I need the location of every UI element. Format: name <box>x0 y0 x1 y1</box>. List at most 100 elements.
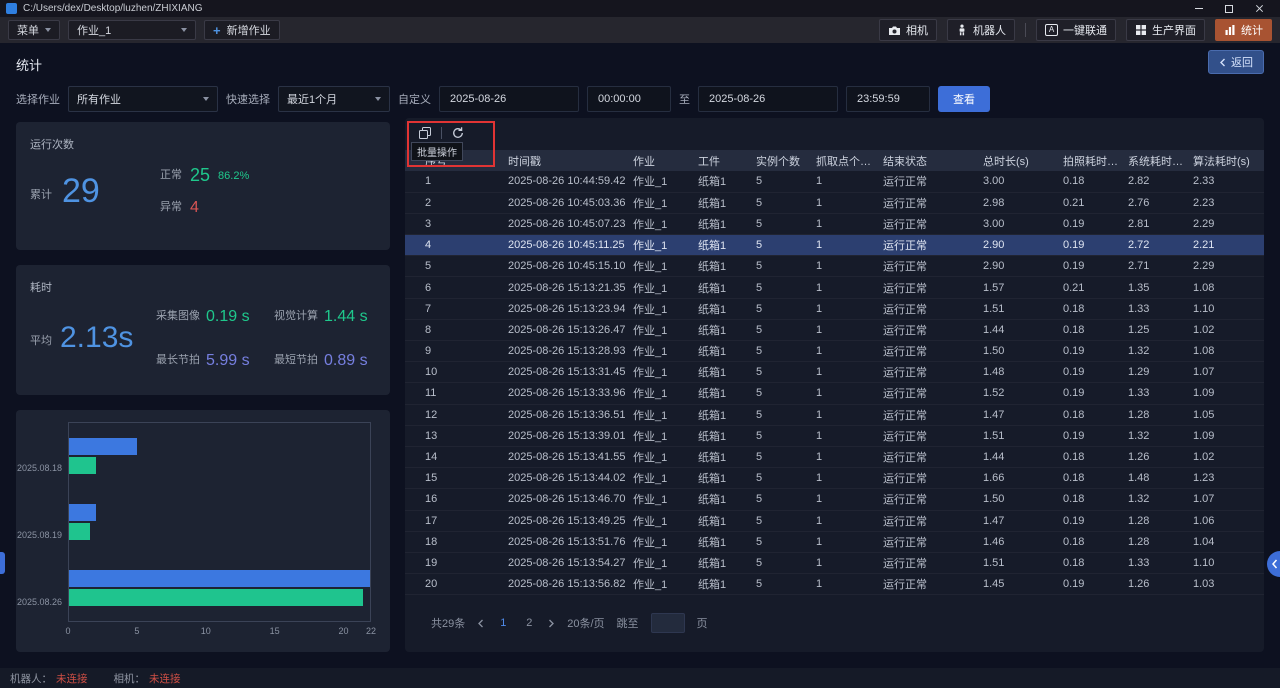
quick-range-select[interactable]: 最近1个月 <box>278 86 390 112</box>
table-row[interactable]: 132025-08-26 15:13:39.010作业_1纸箱151运行正常1.… <box>405 425 1264 446</box>
table-cell: 运行正常 <box>875 277 975 298</box>
table-row[interactable]: 72025-08-26 15:13:23.941作业_1纸箱151运行正常1.5… <box>405 298 1264 319</box>
next-page-button[interactable] <box>548 619 555 628</box>
jump-page-input[interactable] <box>651 613 685 633</box>
table-cell: 2025-08-26 15:13:44.027 <box>500 468 625 489</box>
job-filter-select[interactable]: 所有作业 <box>68 86 218 112</box>
robot-icon <box>956 24 968 36</box>
table-row[interactable]: 52025-08-26 10:45:15.108作业_1纸箱151运行正常2.9… <box>405 256 1264 277</box>
end-date-input[interactable]: 2025-08-26 <box>698 86 838 112</box>
table-row[interactable]: 62025-08-26 15:13:21.352作业_1纸箱151运行正常1.5… <box>405 277 1264 298</box>
left-drawer-handle[interactable] <box>0 552 5 574</box>
minimize-button[interactable] <box>1184 0 1214 17</box>
table-cell: 2.81 <box>1120 213 1185 234</box>
table-row[interactable]: 142025-08-26 15:13:41.553作业_1纸箱151运行正常1.… <box>405 446 1264 467</box>
table-cell: 1.02 <box>1185 319 1264 340</box>
run-normal-value: 25 <box>190 166 210 184</box>
page-number-1[interactable]: 1 <box>496 617 510 629</box>
table-cell: 1.57 <box>975 277 1055 298</box>
table-cell: 0.19 <box>1055 256 1120 277</box>
refresh-button[interactable] <box>451 126 465 140</box>
table-row[interactable]: 162025-08-26 15:13:46.706作业_1纸箱151运行正常1.… <box>405 489 1264 510</box>
table-cell: 2025-08-26 15:13:51.763 <box>500 531 625 552</box>
table-cell: 0.19 <box>1055 383 1120 404</box>
close-button[interactable] <box>1244 0 1274 17</box>
column-header: 作业 <box>625 150 690 171</box>
table-row[interactable]: 82025-08-26 15:13:26.473作业_1纸箱151运行正常1.4… <box>405 319 1264 340</box>
table-cell: 13 <box>405 425 500 446</box>
right-collapse-button[interactable] <box>1267 551 1280 577</box>
table-row[interactable]: 102025-08-26 15:13:31.454作业_1纸箱151运行正常1.… <box>405 362 1264 383</box>
table-cell: 2025-08-26 15:13:56.820 <box>500 574 625 595</box>
table-cell: 1 <box>808 235 875 256</box>
menu-dropdown[interactable]: 菜单 <box>8 20 60 40</box>
one-key-link-button[interactable]: 一键联通 <box>1036 19 1116 41</box>
chart-y-axis: 2025.08.182025.08.192025.08.26 <box>16 422 64 622</box>
table-cell: 2025-08-26 15:13:21.352 <box>500 277 625 298</box>
table-cell: 2025-08-26 15:13:54.276 <box>500 552 625 573</box>
pagination: 共29条 1 2 20条/页 跳至 页 <box>431 610 708 636</box>
start-date-input[interactable]: 2025-08-26 <box>439 86 579 112</box>
table-cell: 运行正常 <box>875 531 975 552</box>
table-cell: 运行正常 <box>875 468 975 489</box>
add-job-button[interactable]: 新增作业 <box>204 20 280 40</box>
table-cell: 1.06 <box>1185 510 1264 531</box>
results-table-panel: 批量操作 序号时间戳作业工件实例个数抓取点个…结束状态总时长(s)拍照耗时…系统… <box>405 118 1264 652</box>
robot-button-label: 机器人 <box>973 22 1006 38</box>
end-time-input[interactable]: 23:59:59 <box>846 86 930 112</box>
stats-button[interactable]: 统计 <box>1215 19 1272 41</box>
table-cell: 5 <box>748 341 808 362</box>
table-cell: 0.18 <box>1055 298 1120 319</box>
table-cell: 纸箱1 <box>690 213 748 234</box>
table-row[interactable]: 182025-08-26 15:13:51.763作业_1纸箱151运行正常1.… <box>405 531 1264 552</box>
chart-x-axis: 0510152022 <box>68 626 371 640</box>
table-cell: 0.19 <box>1055 362 1120 383</box>
menubar-divider <box>1025 23 1026 37</box>
table-cell: 1.07 <box>1185 362 1264 383</box>
back-button[interactable]: 返回 <box>1208 50 1264 74</box>
run-abnormal-label: 异常 <box>160 198 182 216</box>
table-cell: 2.90 <box>975 235 1055 256</box>
robot-button[interactable]: 机器人 <box>947 19 1015 41</box>
column-header: 抓取点个… <box>808 150 875 171</box>
start-time-input[interactable]: 00:00:00 <box>587 86 671 112</box>
table-cell: 1.26 <box>1120 574 1185 595</box>
table-cell: 纸箱1 <box>690 531 748 552</box>
metric-shortest: 最短节拍 0.89 s <box>274 351 368 369</box>
table-row[interactable]: 112025-08-26 15:13:33.963作业_1纸箱151运行正常1.… <box>405 383 1264 404</box>
view-button[interactable]: 查看 <box>938 86 990 112</box>
table-cell: 2025-08-26 15:13:31.454 <box>500 362 625 383</box>
prev-page-button[interactable] <box>477 619 484 628</box>
table-cell: 纸箱1 <box>690 552 748 573</box>
table-row[interactable]: 122025-08-26 15:13:36.512作业_1纸箱151运行正常1.… <box>405 404 1264 425</box>
camera-button[interactable]: 相机 <box>879 19 937 41</box>
table-cell: 纸箱1 <box>690 510 748 531</box>
table-cell: 1.09 <box>1185 383 1264 404</box>
table-row[interactable]: 92025-08-26 15:13:28.934作业_1纸箱151运行正常1.5… <box>405 341 1264 362</box>
table-cell: 5 <box>748 425 808 446</box>
production-screen-button[interactable]: 生产界面 <box>1126 19 1205 41</box>
table-row[interactable]: 152025-08-26 15:13:44.027作业_1纸箱151运行正常1.… <box>405 468 1264 489</box>
table-row[interactable]: 202025-08-26 15:13:56.820作业_1纸箱151运行正常1.… <box>405 574 1264 595</box>
maximize-button[interactable] <box>1214 0 1244 17</box>
column-header: 总时长(s) <box>975 150 1055 171</box>
table-cell: 1.33 <box>1120 383 1185 404</box>
window-controls <box>1184 0 1274 17</box>
table-row[interactable]: 32025-08-26 10:45:07.232作业_1纸箱151运行正常3.0… <box>405 213 1264 234</box>
batch-operation-button[interactable] <box>418 126 432 140</box>
table-row[interactable]: 42025-08-26 10:45:11.259作业_1纸箱151运行正常2.9… <box>405 235 1264 256</box>
table-cell: 作业_1 <box>625 468 690 489</box>
per-page-label: 20条/页 <box>567 615 604 631</box>
metric-vision: 视觉计算 1.44 s <box>274 307 368 325</box>
robot-status: 机器人： 未连接 <box>10 671 88 686</box>
table-cell: 11 <box>405 383 500 404</box>
table-row[interactable]: 192025-08-26 15:13:54.276作业_1纸箱151运行正常1.… <box>405 552 1264 573</box>
table-cell: 1.44 <box>975 319 1055 340</box>
table-cell: 运行正常 <box>875 489 975 510</box>
job-select-dropdown[interactable]: 作业_1 <box>68 20 196 40</box>
page-number-2[interactable]: 2 <box>522 617 536 629</box>
table-row[interactable]: 12025-08-26 10:44:59.427作业_1纸箱151运行正常3.0… <box>405 171 1264 192</box>
table-row[interactable]: 172025-08-26 15:13:49.257作业_1纸箱151运行正常1.… <box>405 510 1264 531</box>
column-header: 拍照耗时… <box>1055 150 1120 171</box>
table-row[interactable]: 22025-08-26 10:45:03.368作业_1纸箱151运行正常2.9… <box>405 192 1264 213</box>
